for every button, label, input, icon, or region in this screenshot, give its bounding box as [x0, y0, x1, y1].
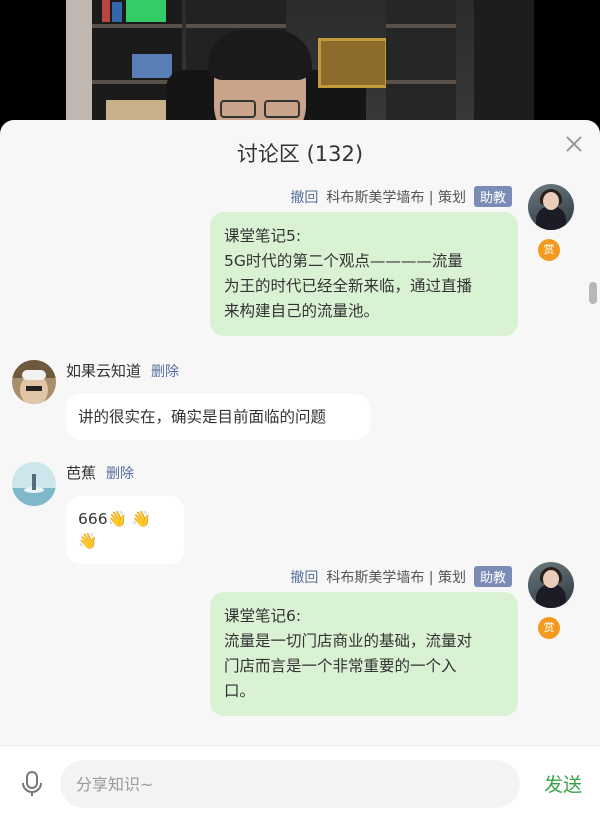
- message-line: 流量是一切门店商业的基础，流量对: [224, 632, 473, 650]
- author-name: 芭蕉: [66, 464, 97, 482]
- composer-bar: 发送: [0, 745, 600, 820]
- video-scene: [66, 0, 534, 140]
- message-line: 5G时代的第二个观点————流量: [224, 252, 463, 270]
- glasses-right: [264, 100, 300, 118]
- certificate-frame: [318, 38, 388, 88]
- message-bubble: 课堂笔记5: 5G时代的第二个观点————流量 为王的时代已经全新来临，通过直播…: [210, 212, 518, 336]
- message-line: 来构建自己的流量池。: [224, 302, 380, 320]
- panel-title: 讨论区 (132): [236, 142, 364, 166]
- undo-link[interactable]: 撤回: [290, 187, 318, 207]
- avatar[interactable]: [12, 462, 56, 506]
- avatar[interactable]: [528, 562, 574, 608]
- message-meta: 撤回 科布斯美学墙布 | 策划 助教: [290, 566, 512, 587]
- message-meta: 撤回 科布斯美学墙布 | 策划 助教: [290, 186, 512, 207]
- background-door: [66, 0, 92, 140]
- microphone-icon[interactable]: [20, 770, 44, 798]
- author-name: 科布斯美学墙布 | 策划: [326, 189, 466, 206]
- message-line: 为王的时代已经全新来临，通过直播: [224, 277, 473, 295]
- close-icon[interactable]: [562, 132, 586, 156]
- presenter-hair: [208, 30, 312, 80]
- delete-link[interactable]: 删除: [151, 361, 179, 381]
- send-button[interactable]: 发送: [544, 770, 582, 797]
- message-line: 课堂笔记5:: [224, 227, 302, 245]
- author-name: 科布斯美学墙布 | 策划: [326, 569, 466, 586]
- reward-icon[interactable]: 赏: [538, 617, 560, 639]
- message-meta: 如果云知道 删除: [66, 360, 179, 381]
- message-bubble: 讲的很实在，确实是目前面临的问题: [66, 394, 370, 440]
- message-bubble: 课堂笔记6: 流量是一切门店商业的基础，流量对 门店而言是一个非常重要的一个入 …: [210, 592, 518, 716]
- role-badge: 助教: [473, 186, 512, 207]
- discussion-panel: 讨论区 (132) 撤回 科布斯美学墙布 | 策划 助教 赏 课堂笔记5: 5G…: [0, 120, 600, 820]
- glasses-left: [220, 100, 256, 118]
- author-name: 如果云知道: [66, 362, 142, 380]
- message-line: 门店而言是一个非常重要的一个入: [224, 657, 457, 675]
- video-player[interactable]: [0, 0, 600, 140]
- avatar[interactable]: [12, 360, 56, 404]
- message-line: 课堂笔记6:: [224, 607, 302, 625]
- role-badge: 助教: [473, 566, 512, 587]
- avatar[interactable]: [528, 184, 574, 230]
- message-line: 口。: [224, 682, 256, 700]
- undo-link[interactable]: 撤回: [290, 567, 318, 587]
- message-meta: 芭蕉 删除: [66, 462, 134, 483]
- scrollbar-thumb[interactable]: [589, 282, 597, 304]
- delete-link[interactable]: 删除: [106, 463, 134, 483]
- message-bubble: 666👋 👋 👋: [66, 496, 184, 564]
- message-input[interactable]: [60, 760, 520, 808]
- reward-icon[interactable]: 赏: [538, 239, 560, 261]
